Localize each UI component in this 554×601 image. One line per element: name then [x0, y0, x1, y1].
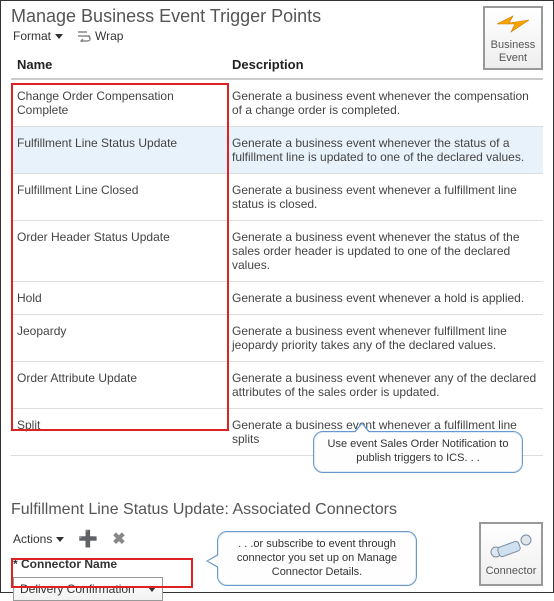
connector-name-select[interactable]: Delivery Confirmation [13, 577, 163, 601]
chevron-down-icon [148, 587, 156, 592]
callout-text: Use event Sales Order Notification to pu… [328, 438, 509, 464]
connector-selected-value: Delivery Confirmation [20, 582, 135, 596]
event-desc: Generate a business event whenever the s… [226, 127, 543, 174]
table-row[interactable]: Order Header Status UpdateGenerate a bus… [11, 221, 543, 282]
col-header-name[interactable]: Name [11, 49, 226, 79]
lightning-icon [495, 12, 531, 37]
connector-badge: Connector [479, 522, 543, 586]
table-row[interactable]: Fulfillment Line Status UpdateGenerate a… [11, 127, 543, 174]
event-desc: Generate a business event whenever fulfi… [226, 315, 543, 362]
table-row[interactable]: JeopardyGenerate a business event whenev… [11, 315, 543, 362]
wrap-icon [77, 30, 91, 42]
event-desc: Generate a business event whenever the c… [226, 79, 543, 127]
event-desc: Generate a business event whenever the s… [226, 221, 543, 282]
table-row[interactable]: HoldGenerate a business event whenever a… [11, 282, 543, 315]
actions-menu[interactable]: Actions [13, 532, 64, 546]
event-name: Change Order Compensation Complete [11, 79, 226, 127]
table-row[interactable]: Fulfillment Line ClosedGenerate a busine… [11, 174, 543, 221]
event-desc: Generate a business event whenever any o… [226, 362, 543, 409]
wrap-button[interactable]: Wrap [77, 29, 123, 43]
chevron-down-icon [56, 537, 64, 542]
page-title: Manage Business Event Trigger Points [11, 6, 543, 27]
event-name: Split [11, 409, 226, 456]
delete-icon[interactable]: ✖ [112, 529, 125, 549]
event-name: Order Attribute Update [11, 362, 226, 409]
add-icon[interactable]: ➕ [78, 529, 98, 549]
toolbar: Format Wrap [13, 29, 543, 43]
badge-label: Connector [486, 565, 537, 577]
event-name: Fulfillment Line Status Update [11, 127, 226, 174]
event-name: Order Header Status Update [11, 221, 226, 282]
col-header-desc[interactable]: Description [226, 49, 543, 79]
event-desc: Generate a business event whenever a ful… [226, 174, 543, 221]
wrap-label: Wrap [95, 29, 123, 43]
event-name: Hold [11, 282, 226, 315]
events-table: Name Description Change Order Compensati… [11, 49, 543, 456]
section-title: Fulfillment Line Status Update: Associat… [11, 501, 543, 519]
actions-label: Actions [13, 532, 52, 546]
chevron-down-icon [55, 34, 63, 39]
callout-text: . . .or subscribe to event through conne… [237, 538, 397, 578]
callout-ics: Use event Sales Order Notification to pu… [313, 431, 523, 473]
event-name: Fulfillment Line Closed [11, 174, 226, 221]
format-label: Format [13, 29, 51, 43]
table-row[interactable]: Order Attribute UpdateGenerate a busines… [11, 362, 543, 409]
connector-icon [488, 532, 534, 563]
format-menu[interactable]: Format [13, 29, 63, 43]
callout-connector: . . .or subscribe to event through conne… [217, 531, 417, 586]
table-row[interactable]: Change Order Compensation CompleteGenera… [11, 79, 543, 127]
event-name: Jeopardy [11, 315, 226, 362]
event-desc: Generate a business event whenever a hol… [226, 282, 543, 315]
